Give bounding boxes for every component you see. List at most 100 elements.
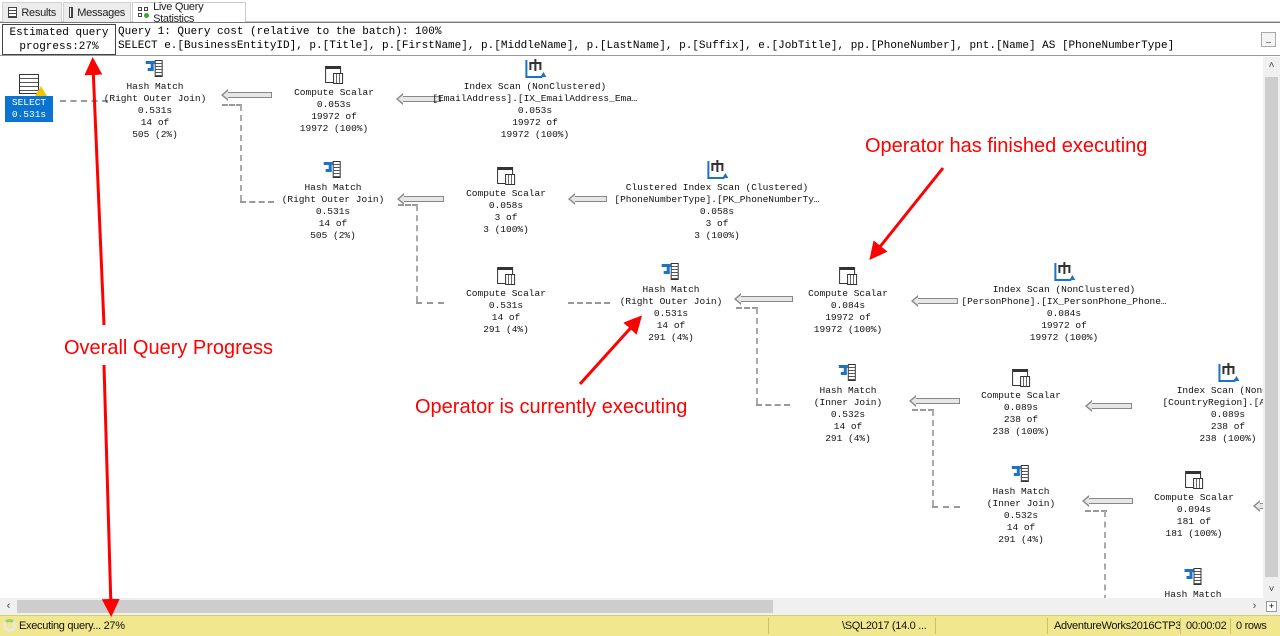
operator-line: Hash Match	[1164, 589, 1222, 598]
operator-line: 19972 (100%)	[299, 123, 369, 134]
scroll-down-icon[interactable]: ˅	[1263, 581, 1280, 598]
query-header: Estimated query progress:27% Query 1: Qu…	[0, 22, 1280, 56]
operator-line: 238 of	[1210, 421, 1246, 432]
icon-part	[538, 62, 541, 70]
plan-operator-cis1[interactable]: Clustered Index Scan (Clustered) [PhoneNu…	[614, 160, 820, 242]
operator-line: 14 of	[656, 320, 686, 331]
operator-line: 0.058s	[699, 206, 735, 217]
collapse-button[interactable]	[1261, 32, 1276, 47]
icon-part	[1057, 265, 1060, 273]
scroll-left-icon[interactable]: ‹	[0, 598, 17, 615]
operator-line: Compute Scalar	[466, 188, 546, 199]
tab-live-query-statistics[interactable]: Live Query Statistics	[132, 1, 246, 25]
plan-operator-hm1[interactable]: Hash Match (Right Outer Join) 0.531s 14 of 5…	[104, 59, 206, 141]
operator-line: 505 (2%)	[132, 129, 178, 140]
icon-part	[1192, 568, 1201, 585]
tab-results[interactable]: Results	[2, 2, 62, 22]
connector	[1104, 511, 1106, 598]
operator-line: (Right Outer Join)	[281, 194, 385, 205]
plan-operator-is1[interactable]: Index Scan (NonClustered) [EmailAddress].…	[432, 59, 638, 141]
operator-line: Hash Match	[304, 182, 362, 193]
data-flow-arrow	[1085, 400, 1132, 412]
plan-operator-is3[interactable]: Index Scan (NonClu[CountryRegion].[AK_Co…	[1162, 363, 1263, 445]
operator-line: Compute Scalar	[466, 288, 546, 299]
plan-operator-cs6[interactable]: Compute Scalar 0.094s 181 of 181 (100%)	[1154, 470, 1234, 540]
plus-icon: +	[1266, 601, 1277, 612]
status-divider	[1230, 618, 1231, 634]
icon-part	[721, 173, 728, 178]
operator-line: 19972 of	[825, 312, 871, 323]
plan-operator-cs1[interactable]: Compute Scalar 0.053s 19972 of 19972 (100%)	[294, 65, 374, 135]
operator-line: 505 (2%)	[310, 230, 356, 241]
status-rows: 0 rows	[1236, 620, 1267, 632]
icon-part	[1020, 465, 1029, 482]
plan-operator-hm6[interactable]: Hash Match	[1164, 567, 1222, 598]
scroll-right-icon[interactable]: ›	[1246, 598, 1263, 615]
plan-operator-hm2[interactable]: Hash Match (Right Outer Join) 0.531s 14 of 5…	[281, 160, 385, 242]
operator-line: 0.531s	[488, 300, 524, 311]
plan-operator-cs4[interactable]: Compute Scalar 0.084s 19972 of 19972 (100%)	[808, 266, 888, 336]
icon-part	[840, 372, 847, 375]
operator-line: 19972 (100%)	[1029, 332, 1099, 343]
status-divider	[1180, 618, 1181, 634]
operator-line: 238 (100%)	[992, 426, 1050, 437]
select-operator[interactable]: SELECT 0.531s	[5, 74, 53, 122]
index-scan-icon	[1218, 363, 1239, 383]
icon-part	[1062, 262, 1065, 274]
operator-line: 0.058s	[488, 200, 524, 211]
icon-part	[504, 174, 515, 185]
data-flow-arrow	[568, 193, 607, 205]
status-database: AdventureWorks2016CTP3	[1054, 620, 1182, 632]
select-table-icon	[19, 74, 47, 96]
icon-part	[504, 274, 515, 285]
plan-operator-hm3[interactable]: Hash Match (Right Outer Join) 0.531s 14 of 2…	[620, 262, 722, 344]
icon-part	[528, 62, 531, 70]
plan-operator-hm4[interactable]: Hash Match (Inner Join) 0.532s 14 of 291 (4%…	[814, 363, 882, 445]
operator-line: Compute Scalar	[1154, 492, 1234, 503]
warning-icon	[35, 86, 47, 96]
plan-operator-is2[interactable]: Index Scan (NonClustered) [PersonPhone].[…	[961, 262, 1167, 344]
operator-line: 3 (100%)	[483, 224, 529, 235]
icon-part	[332, 73, 343, 84]
operator-line: 0.532s	[830, 409, 866, 420]
icon-part	[1019, 376, 1030, 387]
operator-line: 0.094s	[1176, 504, 1212, 515]
connector	[240, 105, 242, 201]
icon-part	[1067, 265, 1070, 273]
plan-operator-cs2[interactable]: Compute Scalar 0.058s 3 of 3 (100%)	[466, 166, 546, 236]
results-tab-bar: Results Messages Live Query Statistics	[0, 0, 1280, 25]
operator-line: 19972 (100%)	[500, 129, 570, 140]
icon-part	[715, 160, 718, 172]
tab-messages[interactable]: Messages	[63, 2, 131, 22]
zoom-corner-button[interactable]: +	[1263, 598, 1280, 615]
operator-line: 0.084s	[1046, 308, 1082, 319]
execution-plan-canvas[interactable]: SELECT 0.531s Hash Match (Right Outer Joi…	[0, 57, 1263, 598]
messages-icon	[69, 7, 74, 18]
vertical-scroll-thumb[interactable]	[1265, 77, 1278, 577]
horizontal-scroll-thumb[interactable]	[17, 600, 773, 613]
scroll-up-icon[interactable]: ˄	[1263, 57, 1280, 74]
connector	[416, 205, 418, 302]
plan-operator-cs3[interactable]: Compute Scalar 0.531s 14 of 291 (4%)	[466, 266, 546, 336]
data-flow-arrow	[1082, 495, 1133, 507]
connector	[240, 201, 274, 203]
status-bar: Executing query... 27% \SQL2017 (14.0 ..…	[0, 615, 1280, 636]
operator-line: 291 (4%)	[483, 324, 529, 335]
icon-part	[533, 59, 536, 71]
horizontal-scrollbar[interactable]: ‹ ›	[0, 598, 1263, 615]
live-stats-icon	[138, 7, 149, 18]
hash-match-icon	[1183, 567, 1203, 587]
index-scan-icon	[524, 59, 546, 79]
operator-line: [PhoneNumberType].[PK_PhoneNumberTy…	[614, 194, 820, 205]
operator-line: 238 of	[1003, 414, 1039, 425]
plan-operator-cs5[interactable]: Compute Scalar 0.089s 238 of 238 (100%)	[981, 368, 1061, 438]
query-text: Query 1: Query cost (relative to the bat…	[118, 24, 1258, 55]
icon-part	[671, 263, 679, 280]
icon-part	[1013, 473, 1020, 476]
hash-match-icon	[661, 262, 681, 282]
vertical-scrollbar[interactable]: ˄ ˅	[1263, 57, 1280, 598]
icon-part	[664, 271, 670, 274]
plan-operator-hm5[interactable]: Hash Match (Inner Join) 0.532s 14 of 291 (4%…	[987, 464, 1055, 546]
icon-part	[1222, 366, 1224, 374]
icon-part	[1233, 376, 1239, 381]
